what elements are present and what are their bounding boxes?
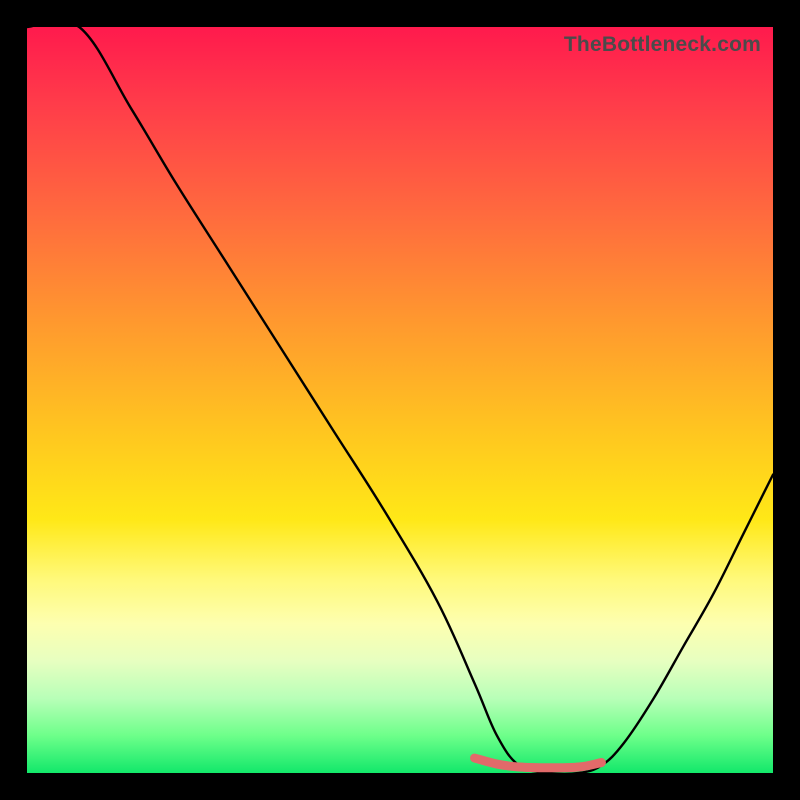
bottleneck-curve-path [27,20,773,774]
highlight-segment-path [475,758,602,768]
chart-frame: TheBottleneck.com [0,0,800,800]
chart-svg [27,27,773,773]
plot-area: TheBottleneck.com [27,27,773,773]
